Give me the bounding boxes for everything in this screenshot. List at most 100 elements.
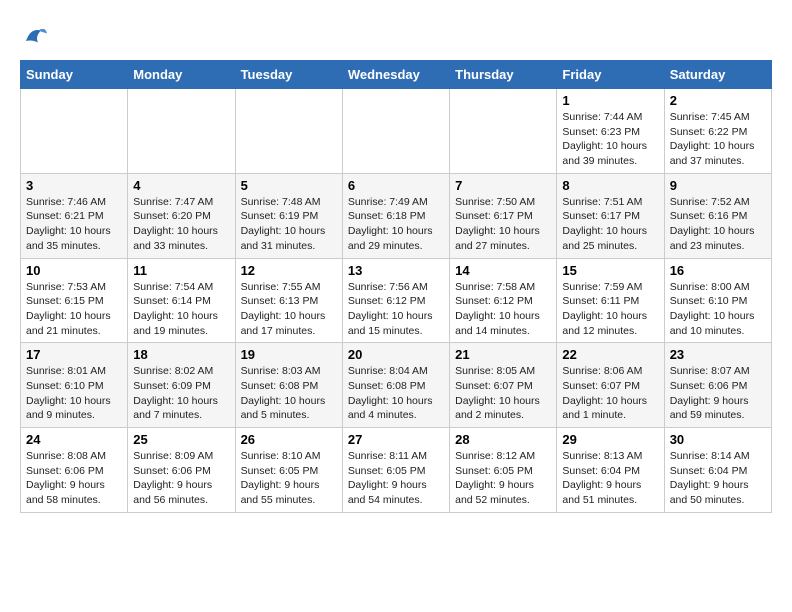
day-info: Sunrise: 8:06 AM Sunset: 6:07 PM Dayligh… xyxy=(562,364,658,423)
day-number: 7 xyxy=(455,178,551,193)
day-info: Sunrise: 7:49 AM Sunset: 6:18 PM Dayligh… xyxy=(348,195,444,254)
day-number: 19 xyxy=(241,347,337,362)
day-info: Sunrise: 7:58 AM Sunset: 6:12 PM Dayligh… xyxy=(455,280,551,339)
day-number: 12 xyxy=(241,263,337,278)
day-number: 6 xyxy=(348,178,444,193)
header-cell-tuesday: Tuesday xyxy=(235,61,342,89)
day-number: 4 xyxy=(133,178,229,193)
day-cell xyxy=(128,89,235,174)
day-number: 24 xyxy=(26,432,122,447)
day-info: Sunrise: 8:14 AM Sunset: 6:04 PM Dayligh… xyxy=(670,449,766,508)
day-cell: 11 Sunrise: 7:54 AM Sunset: 6:14 PM Dayli… xyxy=(128,258,235,343)
day-cell: 14 Sunrise: 7:58 AM Sunset: 6:12 PM Dayli… xyxy=(450,258,557,343)
day-info: Sunrise: 7:55 AM Sunset: 6:13 PM Dayligh… xyxy=(241,280,337,339)
logo-icon xyxy=(20,20,50,50)
week-row-4: 17 Sunrise: 8:01 AM Sunset: 6:10 PM Dayli… xyxy=(21,343,772,428)
day-info: Sunrise: 8:10 AM Sunset: 6:05 PM Dayligh… xyxy=(241,449,337,508)
day-cell: 27 Sunrise: 8:11 AM Sunset: 6:05 PM Dayli… xyxy=(342,428,449,513)
day-info: Sunrise: 8:05 AM Sunset: 6:07 PM Dayligh… xyxy=(455,364,551,423)
day-cell: 8Sunrise: 7:51 AM Sunset: 6:17 PM Daylig… xyxy=(557,173,664,258)
day-number: 29 xyxy=(562,432,658,447)
day-info: Sunrise: 7:50 AM Sunset: 6:17 PM Dayligh… xyxy=(455,195,551,254)
day-cell: 17 Sunrise: 8:01 AM Sunset: 6:10 PM Dayli… xyxy=(21,343,128,428)
day-info: Sunrise: 8:04 AM Sunset: 6:08 PM Dayligh… xyxy=(348,364,444,423)
day-number: 15 xyxy=(562,263,658,278)
week-row-3: 10 Sunrise: 7:53 AM Sunset: 6:15 PM Dayli… xyxy=(21,258,772,343)
day-number: 13 xyxy=(348,263,444,278)
day-cell: 6 Sunrise: 7:49 AM Sunset: 6:18 PM Daylig… xyxy=(342,173,449,258)
day-cell: 7 Sunrise: 7:50 AM Sunset: 6:17 PM Daylig… xyxy=(450,173,557,258)
day-cell: 29Sunrise: 8:13 AM Sunset: 6:04 PM Dayli… xyxy=(557,428,664,513)
day-info: Sunrise: 7:47 AM Sunset: 6:20 PM Dayligh… xyxy=(133,195,229,254)
header-cell-friday: Friday xyxy=(557,61,664,89)
day-number: 20 xyxy=(348,347,444,362)
day-number: 27 xyxy=(348,432,444,447)
day-info: Sunrise: 7:56 AM Sunset: 6:12 PM Dayligh… xyxy=(348,280,444,339)
day-info: Sunrise: 7:53 AM Sunset: 6:15 PM Dayligh… xyxy=(26,280,122,339)
day-info: Sunrise: 8:03 AM Sunset: 6:08 PM Dayligh… xyxy=(241,364,337,423)
day-cell xyxy=(235,89,342,174)
day-number: 8 xyxy=(562,178,658,193)
page-header xyxy=(20,20,772,50)
day-number: 30 xyxy=(670,432,766,447)
day-number: 9 xyxy=(670,178,766,193)
day-cell: 13 Sunrise: 7:56 AM Sunset: 6:12 PM Dayli… xyxy=(342,258,449,343)
day-cell: 21 Sunrise: 8:05 AM Sunset: 6:07 PM Dayli… xyxy=(450,343,557,428)
day-cell: 10 Sunrise: 7:53 AM Sunset: 6:15 PM Dayli… xyxy=(21,258,128,343)
day-cell: 2 Sunrise: 7:45 AM Sunset: 6:22 PM Daylig… xyxy=(664,89,771,174)
day-number: 23 xyxy=(670,347,766,362)
day-number: 11 xyxy=(133,263,229,278)
header-cell-monday: Monday xyxy=(128,61,235,89)
day-number: 14 xyxy=(455,263,551,278)
day-cell: 23 Sunrise: 8:07 AM Sunset: 6:06 PM Dayli… xyxy=(664,343,771,428)
header-cell-wednesday: Wednesday xyxy=(342,61,449,89)
week-row-5: 24Sunrise: 8:08 AM Sunset: 6:06 PM Dayli… xyxy=(21,428,772,513)
day-info: Sunrise: 8:00 AM Sunset: 6:10 PM Dayligh… xyxy=(670,280,766,339)
day-cell: 9 Sunrise: 7:52 AM Sunset: 6:16 PM Daylig… xyxy=(664,173,771,258)
day-info: Sunrise: 7:46 AM Sunset: 6:21 PM Dayligh… xyxy=(26,195,122,254)
day-number: 1 xyxy=(562,93,658,108)
header-cell-sunday: Sunday xyxy=(21,61,128,89)
day-cell: 18 Sunrise: 8:02 AM Sunset: 6:09 PM Dayli… xyxy=(128,343,235,428)
day-cell: 30 Sunrise: 8:14 AM Sunset: 6:04 PM Dayli… xyxy=(664,428,771,513)
day-cell: 26Sunrise: 8:10 AM Sunset: 6:05 PM Dayli… xyxy=(235,428,342,513)
day-cell xyxy=(450,89,557,174)
header-cell-saturday: Saturday xyxy=(664,61,771,89)
day-cell: 15 Sunrise: 7:59 AM Sunset: 6:11 PM Dayli… xyxy=(557,258,664,343)
day-number: 25 xyxy=(133,432,229,447)
week-row-1: 1 Sunrise: 7:44 AM Sunset: 6:23 PM Daylig… xyxy=(21,89,772,174)
header-cell-thursday: Thursday xyxy=(450,61,557,89)
day-number: 17 xyxy=(26,347,122,362)
day-cell: 25 Sunrise: 8:09 AM Sunset: 6:06 PM Dayli… xyxy=(128,428,235,513)
day-cell: 12 Sunrise: 7:55 AM Sunset: 6:13 PM Dayli… xyxy=(235,258,342,343)
day-info: Sunrise: 7:59 AM Sunset: 6:11 PM Dayligh… xyxy=(562,280,658,339)
day-info: Sunrise: 7:44 AM Sunset: 6:23 PM Dayligh… xyxy=(562,110,658,169)
day-number: 2 xyxy=(670,93,766,108)
day-number: 18 xyxy=(133,347,229,362)
day-info: Sunrise: 8:09 AM Sunset: 6:06 PM Dayligh… xyxy=(133,449,229,508)
day-info: Sunrise: 8:02 AM Sunset: 6:09 PM Dayligh… xyxy=(133,364,229,423)
logo xyxy=(20,20,54,50)
day-info: Sunrise: 8:07 AM Sunset: 6:06 PM Dayligh… xyxy=(670,364,766,423)
day-info: Sunrise: 8:01 AM Sunset: 6:10 PM Dayligh… xyxy=(26,364,122,423)
day-cell: 5Sunrise: 7:48 AM Sunset: 6:19 PM Daylig… xyxy=(235,173,342,258)
day-cell xyxy=(21,89,128,174)
day-cell: 16 Sunrise: 8:00 AM Sunset: 6:10 PM Dayli… xyxy=(664,258,771,343)
day-cell: 4 Sunrise: 7:47 AM Sunset: 6:20 PM Daylig… xyxy=(128,173,235,258)
day-cell: 19 Sunrise: 8:03 AM Sunset: 6:08 PM Dayli… xyxy=(235,343,342,428)
day-number: 16 xyxy=(670,263,766,278)
day-cell: 3Sunrise: 7:46 AM Sunset: 6:21 PM Daylig… xyxy=(21,173,128,258)
day-info: Sunrise: 7:45 AM Sunset: 6:22 PM Dayligh… xyxy=(670,110,766,169)
day-info: Sunrise: 7:52 AM Sunset: 6:16 PM Dayligh… xyxy=(670,195,766,254)
day-cell: 24Sunrise: 8:08 AM Sunset: 6:06 PM Dayli… xyxy=(21,428,128,513)
day-number: 10 xyxy=(26,263,122,278)
day-number: 5 xyxy=(241,178,337,193)
day-info: Sunrise: 7:54 AM Sunset: 6:14 PM Dayligh… xyxy=(133,280,229,339)
day-cell xyxy=(342,89,449,174)
header-row: SundayMondayTuesdayWednesdayThursdayFrid… xyxy=(21,61,772,89)
day-cell: 20 Sunrise: 8:04 AM Sunset: 6:08 PM Dayli… xyxy=(342,343,449,428)
day-info: Sunrise: 8:11 AM Sunset: 6:05 PM Dayligh… xyxy=(348,449,444,508)
day-cell: 28Sunrise: 8:12 AM Sunset: 6:05 PM Dayli… xyxy=(450,428,557,513)
day-info: Sunrise: 8:12 AM Sunset: 6:05 PM Dayligh… xyxy=(455,449,551,508)
day-number: 21 xyxy=(455,347,551,362)
